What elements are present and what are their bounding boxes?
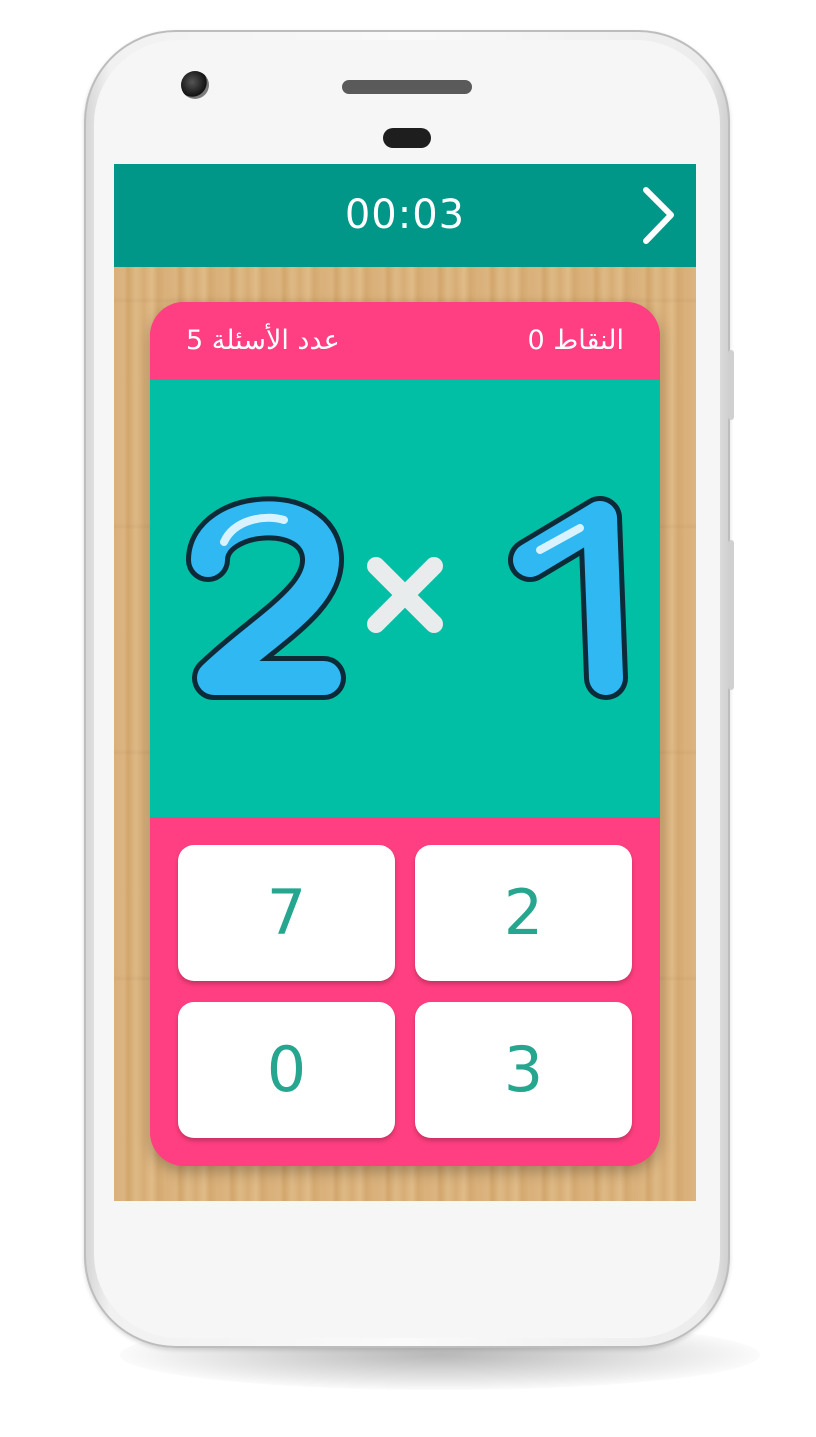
stage: 00:03 النقاط 0 عدد الأسئلة 5 2 (0, 0, 816, 1437)
chevron-right-icon (643, 187, 674, 244)
answer-button-3[interactable]: 0 (178, 1002, 395, 1138)
score-label: النقاط 0 (527, 325, 625, 356)
left-operand-digit: 2 (184, 490, 354, 710)
app-screen: 00:03 النقاط 0 عدد الأسئلة 5 2 (114, 164, 696, 1201)
answer-button-4[interactable]: 3 (415, 1002, 632, 1138)
question-count-label: عدد الأسئلة 5 (186, 325, 340, 356)
earpiece-speaker (342, 80, 472, 94)
answer-button-2[interactable]: 2 (415, 845, 632, 981)
power-button (728, 350, 734, 420)
answer-grid: 7 2 0 3 (150, 817, 660, 1166)
proximity-sensor (383, 128, 431, 148)
quiz-card: النقاط 0 عدد الأسئلة 5 2 × (150, 302, 660, 1166)
multiply-icon: × (362, 552, 448, 638)
card-header: النقاط 0 عدد الأسئلة 5 (150, 302, 660, 380)
next-button[interactable] (636, 184, 686, 247)
volume-button (728, 540, 734, 690)
answer-button-1[interactable]: 7 (178, 845, 395, 981)
question-area: 2 × 1 (150, 380, 660, 817)
timer: 00:03 (344, 192, 466, 238)
top-bar: 00:03 (114, 164, 696, 267)
right-operand-digit: 1 (490, 490, 660, 710)
front-camera-icon (181, 71, 209, 99)
